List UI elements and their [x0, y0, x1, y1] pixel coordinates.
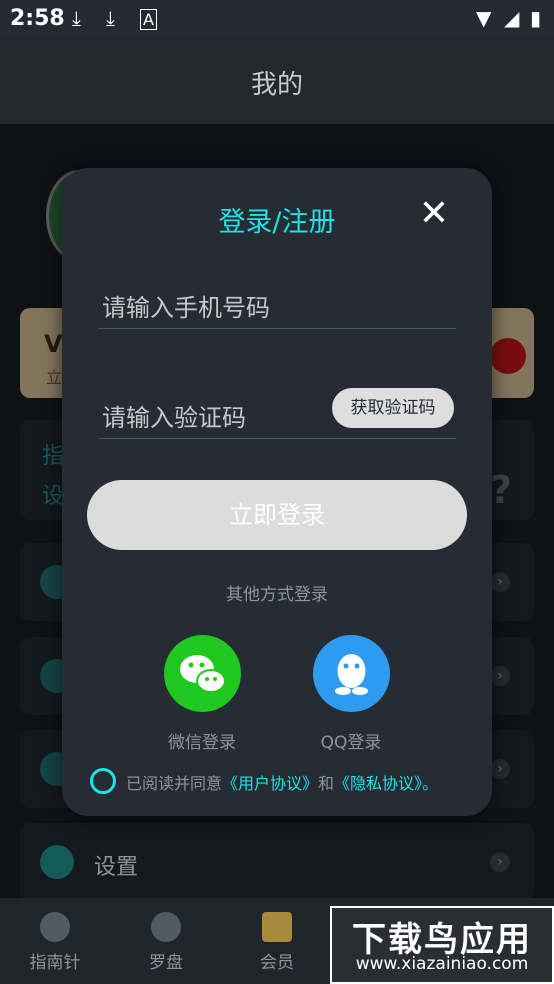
- agreement-and: 和: [318, 774, 335, 793]
- phone-placeholder: 请输入手机号码: [102, 294, 270, 322]
- close-icon[interactable]: ✕: [416, 196, 452, 232]
- agreement-prefix: 已阅读并同意: [126, 774, 223, 793]
- wechat-login-button[interactable]: [164, 635, 241, 712]
- wifi-icon: ▼: [476, 6, 492, 30]
- yin-yang-icon: [151, 912, 181, 942]
- download-icon: ⤓: [72, 6, 81, 30]
- watermark: 下载鸟应用 www.xiazainiao.com: [330, 906, 554, 984]
- tab-compass-label: 指南针: [29, 953, 81, 973]
- qq-login-label[interactable]: QQ登录: [281, 728, 421, 753]
- tab-vip-label: 会员: [260, 953, 294, 973]
- other-methods-label: 其他方式登录: [226, 585, 328, 605]
- tab-compass[interactable]: 指南针: [15, 912, 95, 973]
- page-title: 我的: [250, 70, 303, 100]
- qq-icon: [335, 654, 368, 695]
- status-time: 2:58: [10, 6, 65, 31]
- app-header: 我的: [0, 38, 554, 124]
- agreement-suffix: 。: [422, 774, 439, 793]
- tab-luopan[interactable]: 罗盘: [126, 912, 206, 973]
- login-button[interactable]: 立即登录: [87, 480, 467, 550]
- privacy-agreement-link[interactable]: 《隐私协议》: [334, 774, 422, 793]
- watermark-url: www.xiazainiao.com: [355, 954, 529, 974]
- tab-luopan-label: 罗盘: [149, 953, 183, 973]
- code-placeholder: 请输入验证码: [102, 404, 246, 432]
- phone-field[interactable]: 请输入手机号码: [98, 278, 456, 329]
- agreement-text: 已阅读并同意《用户协议》和《隐私协议》。: [126, 770, 438, 794]
- agreement-checkbox[interactable]: [90, 768, 116, 794]
- download-icon: ⤓: [106, 6, 115, 30]
- login-dialog: 登录/注册 ✕ 请输入手机号码 请输入验证码 获取验证码 立即登录 其他方式登录…: [62, 168, 492, 816]
- tab-vip[interactable]: 会员: [237, 912, 317, 973]
- signal-icon: ◢: [504, 6, 520, 30]
- crown-icon: [262, 912, 292, 942]
- wechat-login-label[interactable]: 微信登录: [132, 728, 272, 753]
- app-notification-icon: A: [140, 9, 157, 30]
- status-bar: 2:58 ⤓ ⤓ A ▼ ◢ ▮: [0, 0, 554, 38]
- dialog-title: 登录/注册: [218, 207, 336, 238]
- battery-icon: ▮: [530, 6, 542, 30]
- user-agreement-link[interactable]: 《用户协议》: [222, 774, 318, 793]
- qq-login-button[interactable]: [313, 635, 390, 712]
- compass-icon: [40, 912, 70, 942]
- wechat-icon: [180, 655, 226, 693]
- get-code-button[interactable]: 获取验证码: [332, 388, 454, 428]
